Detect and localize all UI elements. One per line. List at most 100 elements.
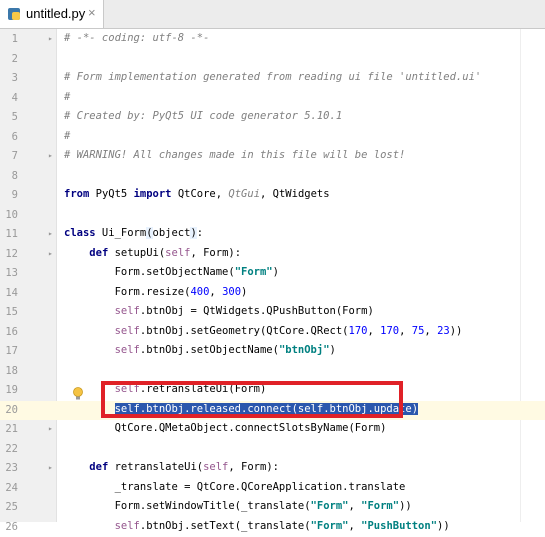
- line-number: 19: [0, 384, 18, 396]
- code-token: PyQt5: [89, 188, 133, 200]
- line-number: 16: [0, 326, 18, 338]
- code-token: setupUi(: [108, 247, 165, 259]
- line-number: 8: [0, 170, 18, 182]
- code-token: "Form": [361, 500, 399, 512]
- fold-marker-icon[interactable]: ▸: [48, 249, 56, 259]
- code-token: # -*- coding: utf-8 -*-: [64, 32, 209, 44]
- code-line[interactable]: 3# Form implementation generated from re…: [0, 69, 545, 89]
- code-line[interactable]: 11▸class Ui_Form(object):: [0, 225, 545, 245]
- code-line[interactable]: 9from PyQt5 import QtCore, QtGui, QtWidg…: [0, 186, 545, 206]
- code-text: # -*- coding: utf-8 -*-: [64, 32, 209, 44]
- fold-marker-icon[interactable]: ▸: [48, 424, 56, 434]
- code-token: self: [165, 247, 190, 259]
- lightbulb-icon[interactable]: [72, 387, 84, 401]
- line-number: 15: [0, 306, 18, 318]
- fold-marker-icon[interactable]: ▸: [48, 463, 56, 473]
- code-token: Form.setObjectName(: [64, 266, 235, 278]
- code-line[interactable]: 21▸ QtCore.QMetaObject.connectSlotsByNam…: [0, 420, 545, 440]
- code-token: def: [89, 461, 108, 473]
- code-line[interactable]: 6#: [0, 128, 545, 148]
- code-line[interactable]: 24 _translate = QtCore.QCoreApplication.…: [0, 479, 545, 499]
- code-token: , Form):: [190, 247, 241, 259]
- code-line[interactable]: 5# Created by: PyQt5 UI code generator 5…: [0, 108, 545, 128]
- fold-marker-icon[interactable]: ▸: [48, 229, 56, 239]
- code-token: 75: [412, 325, 425, 337]
- code-token: _translate = QtCore.QCoreApplication.tra…: [64, 481, 405, 493]
- code-line[interactable]: 8: [0, 167, 545, 187]
- code-token: # Created by: PyQt5 UI code generator 5.…: [64, 110, 342, 122]
- code-line[interactable]: 18: [0, 362, 545, 382]
- code-line[interactable]: 12▸ def setupUi(self, Form):: [0, 245, 545, 265]
- code-token: "Form": [311, 500, 349, 512]
- code-line[interactable]: 13 Form.setObjectName("Form"): [0, 264, 545, 284]
- line-number: 4: [0, 92, 18, 104]
- code-token: self: [203, 461, 228, 473]
- code-line[interactable]: 23▸ def retranslateUi(self, Form):: [0, 459, 545, 479]
- tab-untitled-py[interactable]: untitled.py ×: [0, 0, 104, 28]
- code-token: 170: [380, 325, 399, 337]
- line-number: 9: [0, 189, 18, 201]
- line-number: 7: [0, 150, 18, 162]
- code-token: def: [89, 247, 108, 259]
- tab-title: untitled.py: [26, 6, 85, 21]
- line-number: 25: [0, 501, 18, 513]
- code-text: #: [64, 91, 70, 103]
- code-line[interactable]: 2: [0, 50, 545, 70]
- line-number: 11: [0, 228, 18, 240]
- code-text: self.btnObj.setText(_translate("Form", "…: [64, 520, 450, 532]
- code-token: Ui_Form: [96, 227, 147, 239]
- code-token: self: [115, 344, 140, 356]
- line-number: 26: [0, 521, 18, 533]
- code-token: .btnObj.setText(_translate(: [140, 520, 311, 532]
- code-token: 23: [437, 325, 450, 337]
- code-token: Form.resize(: [64, 286, 190, 298]
- code-token: #: [64, 130, 70, 142]
- code-line[interactable]: 16 self.btnObj.setGeometry(QtCore.QRect(…: [0, 323, 545, 343]
- code-token: QtCore,: [172, 188, 229, 200]
- highlight-annotation-box: [101, 381, 403, 418]
- code-token: self: [115, 325, 140, 337]
- code-text: # Form implementation generated from rea…: [64, 71, 481, 83]
- code-line[interactable]: 26 self.btnObj.setText(_translate("Form"…: [0, 518, 545, 537]
- code-token: [64, 344, 115, 356]
- fold-marker-icon[interactable]: ▸: [48, 34, 56, 44]
- close-tab-icon[interactable]: ×: [88, 5, 96, 20]
- code-text: self.btnObj = QtWidgets.QPushButton(Form…: [64, 305, 374, 317]
- code-line[interactable]: 1 ▸ # -*- coding: utf-8 -*-: [0, 30, 545, 50]
- code-line[interactable]: 10: [0, 206, 545, 226]
- code-token: import: [134, 188, 172, 200]
- code-token: from: [64, 188, 89, 200]
- code-token: [64, 520, 115, 532]
- line-number: 6: [0, 131, 18, 143]
- code-token: .btnObj.setGeometry(QtCore.QRect(: [140, 325, 349, 337]
- code-token: 400: [190, 286, 209, 298]
- code-line[interactable]: 15 self.btnObj = QtWidgets.QPushButton(F…: [0, 303, 545, 323]
- code-text: self.btnObj.setGeometry(QtCore.QRect( 170…: [64, 325, 462, 337]
- line-number: 1: [0, 33, 18, 45]
- code-token: QtCore.QMetaObject.connectSlotsByName(Fo…: [64, 422, 386, 434]
- code-text: # WARNING! All changes made in this file…: [64, 149, 405, 161]
- code-token: "Form": [311, 520, 349, 532]
- code-text: self.btnObj.setObjectName("btnObj"): [64, 344, 336, 356]
- code-token: retranslateUi(: [108, 461, 203, 473]
- code-token: .btnObj = QtWidgets.QPushButton(Form): [140, 305, 374, 317]
- code-token: ,: [399, 325, 412, 337]
- code-line[interactable]: 22: [0, 440, 545, 460]
- code-text: Form.resize(400, 300): [64, 286, 247, 298]
- code-text: _translate = QtCore.QCoreApplication.tra…: [64, 481, 405, 493]
- code-token: object: [153, 227, 191, 239]
- code-token: # WARNING! All changes made in this file…: [64, 149, 405, 161]
- code-line[interactable]: 4#: [0, 89, 545, 109]
- code-line[interactable]: 17 self.btnObj.setObjectName("btnObj"): [0, 342, 545, 362]
- line-number: 2: [0, 53, 18, 65]
- code-token: self: [115, 305, 140, 317]
- code-text: def retranslateUi(self, Form):: [64, 461, 279, 473]
- code-text: #: [64, 130, 70, 142]
- code-line[interactable]: 7 ▸ # WARNING! All changes made in this fi…: [0, 147, 545, 167]
- fold-marker-icon[interactable]: ▸: [48, 151, 56, 161]
- code-line[interactable]: 25 Form.setWindowTitle(_translate("Form"…: [0, 498, 545, 518]
- code-line[interactable]: 14 Form.resize(400, 300): [0, 284, 545, 304]
- code-token: [64, 461, 89, 473]
- code-token: [64, 247, 89, 259]
- code-token: [64, 325, 115, 337]
